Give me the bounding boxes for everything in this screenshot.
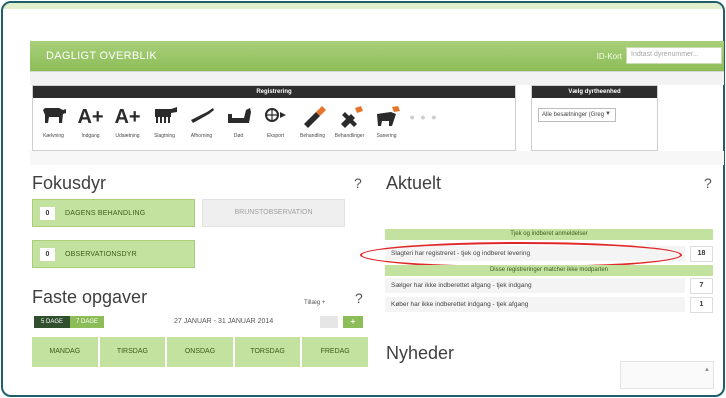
dagens-behandling-label: DAGENS BEHANDLING [65, 210, 146, 217]
id-card-label: ID-Kort [596, 52, 622, 61]
dead-animal-icon [220, 98, 257, 132]
aktuelt-section-anmeldelser: Tjek og indberet anmeldelser [385, 229, 713, 240]
registration-title: Registrering [33, 86, 515, 98]
more-icon: • • • [409, 109, 438, 125]
registration-more[interactable]: • • • [405, 98, 442, 150]
faste-opgaver-help-icon[interactable]: ? [355, 290, 363, 306]
treatments-icon [331, 98, 368, 132]
aktuelt-count-slagteri: 18 [690, 246, 713, 262]
aktuelt-row-koeber[interactable]: Køber har ikke indberettet indgang - tje… [385, 297, 685, 313]
unit-selector-title: Vælg dyrtheenhed [532, 86, 657, 98]
fokusdyr-help-icon[interactable]: ? [354, 175, 362, 191]
faste-opgaver-title: Faste opgaver [32, 287, 148, 307]
top-strip [3, 3, 723, 9]
page-header: DAGLIGT OVERBLIK ID-Kort Indtast dyrenum… [30, 41, 724, 72]
registration-indgang[interactable]: A+ Indgang [72, 98, 109, 150]
registration-slagtning[interactable]: Slagtning [146, 98, 183, 150]
registration-behandlinger[interactable]: Behandlinger [331, 98, 368, 150]
dagens-behandling-button[interactable]: 0 DAGENS BEHANDLING [32, 199, 195, 227]
aktuelt-count-saelger: 7 [690, 278, 713, 294]
next-week-button[interactable]: + [343, 316, 363, 328]
sanitation-icon [368, 98, 405, 132]
registration-afhorning[interactable]: Afhorning [183, 98, 220, 150]
dehorning-icon [183, 98, 220, 132]
registration-kaelvning[interactable]: Kælvning [35, 98, 72, 150]
registration-udsaetning[interactable]: A+ Udsætning [109, 98, 146, 150]
aktuelt-title: Aktuelt [386, 173, 442, 193]
registration-sanering[interactable]: Sanering [368, 98, 405, 150]
tillaeg-link[interactable]: Tillæg + [304, 300, 325, 306]
section-divider [30, 151, 724, 165]
registration-panel: Registrering Kælvning A+ Indgang A+ Udsæ… [32, 85, 516, 151]
dagens-behandling-count: 0 [40, 207, 55, 220]
day-onsdag[interactable]: ONSDAG [167, 337, 233, 367]
day-tirsdag[interactable]: TIRSDAG [99, 337, 166, 367]
syringe-icon [294, 98, 331, 132]
scroll-up-icon[interactable]: ▲ [704, 367, 710, 373]
weekday-row: MANDAG TIRSDAG ONSDAG TORSDAG FREDAG [32, 337, 368, 367]
aktuelt-count-koeber: 1 [690, 297, 713, 313]
registration-eksport[interactable]: Eksport [257, 98, 294, 150]
date-range: 27 JANUAR - 31 JANUAR 2014 [174, 318, 274, 325]
fokusdyr-title: Fokusdyr [32, 173, 107, 193]
animal-in-icon: A+ [77, 106, 104, 128]
page-title: DAGLIGT OVERBLIK [46, 50, 157, 62]
registration-behandling[interactable]: Behandling [294, 98, 331, 150]
aktuelt-help-icon[interactable]: ? [704, 175, 712, 191]
tab-7-dage[interactable]: 7 DAGE [70, 316, 104, 328]
cow-icon [35, 98, 72, 132]
observationsdyr-button[interactable]: 0 OBSERVATIONSDYR [32, 240, 195, 268]
nyheder-title: Nyheder [386, 343, 455, 363]
unit-select[interactable]: Alle besætninger (Greg ▼ [538, 108, 616, 122]
animal-search-input[interactable]: Indtast dyrenummer... [626, 47, 722, 64]
chevron-down-icon: ▼ [605, 111, 611, 117]
unit-select-value: Alle besætninger (Greg [542, 112, 605, 118]
export-icon [257, 98, 294, 132]
day-mandag[interactable]: MANDAG [32, 337, 98, 367]
header-spacer [30, 72, 724, 85]
nyheder-feed[interactable]: ▲ [620, 361, 714, 389]
tab-5-dage[interactable]: 5 DAGE [34, 316, 70, 328]
prev-week-button[interactable] [320, 316, 338, 328]
day-torsdag[interactable]: TORSDAG [234, 337, 301, 367]
registration-toolbar: Kælvning A+ Indgang A+ Udsætning Slagtni… [33, 98, 515, 150]
unit-selector-panel: Vælg dyrtheenhed Alle besætninger (Greg … [531, 85, 658, 151]
observationsdyr-count: 0 [40, 248, 55, 261]
animal-out-icon: A+ [114, 106, 141, 128]
slaughter-icon [146, 98, 183, 132]
registration-doed[interactable]: Død [220, 98, 257, 150]
brunstobservation-button[interactable]: BRUNSTOBSERVATION [202, 199, 345, 227]
aktuelt-section-modpart: Disse registreringer matcher ikke modpar… [385, 265, 713, 276]
observationsdyr-label: OBSERVATIONSDYR [65, 251, 137, 258]
day-fredag[interactable]: FREDAG [302, 337, 368, 367]
aktuelt-row-saelger[interactable]: Sælger har ikke indberettet afgang - tje… [385, 278, 685, 294]
